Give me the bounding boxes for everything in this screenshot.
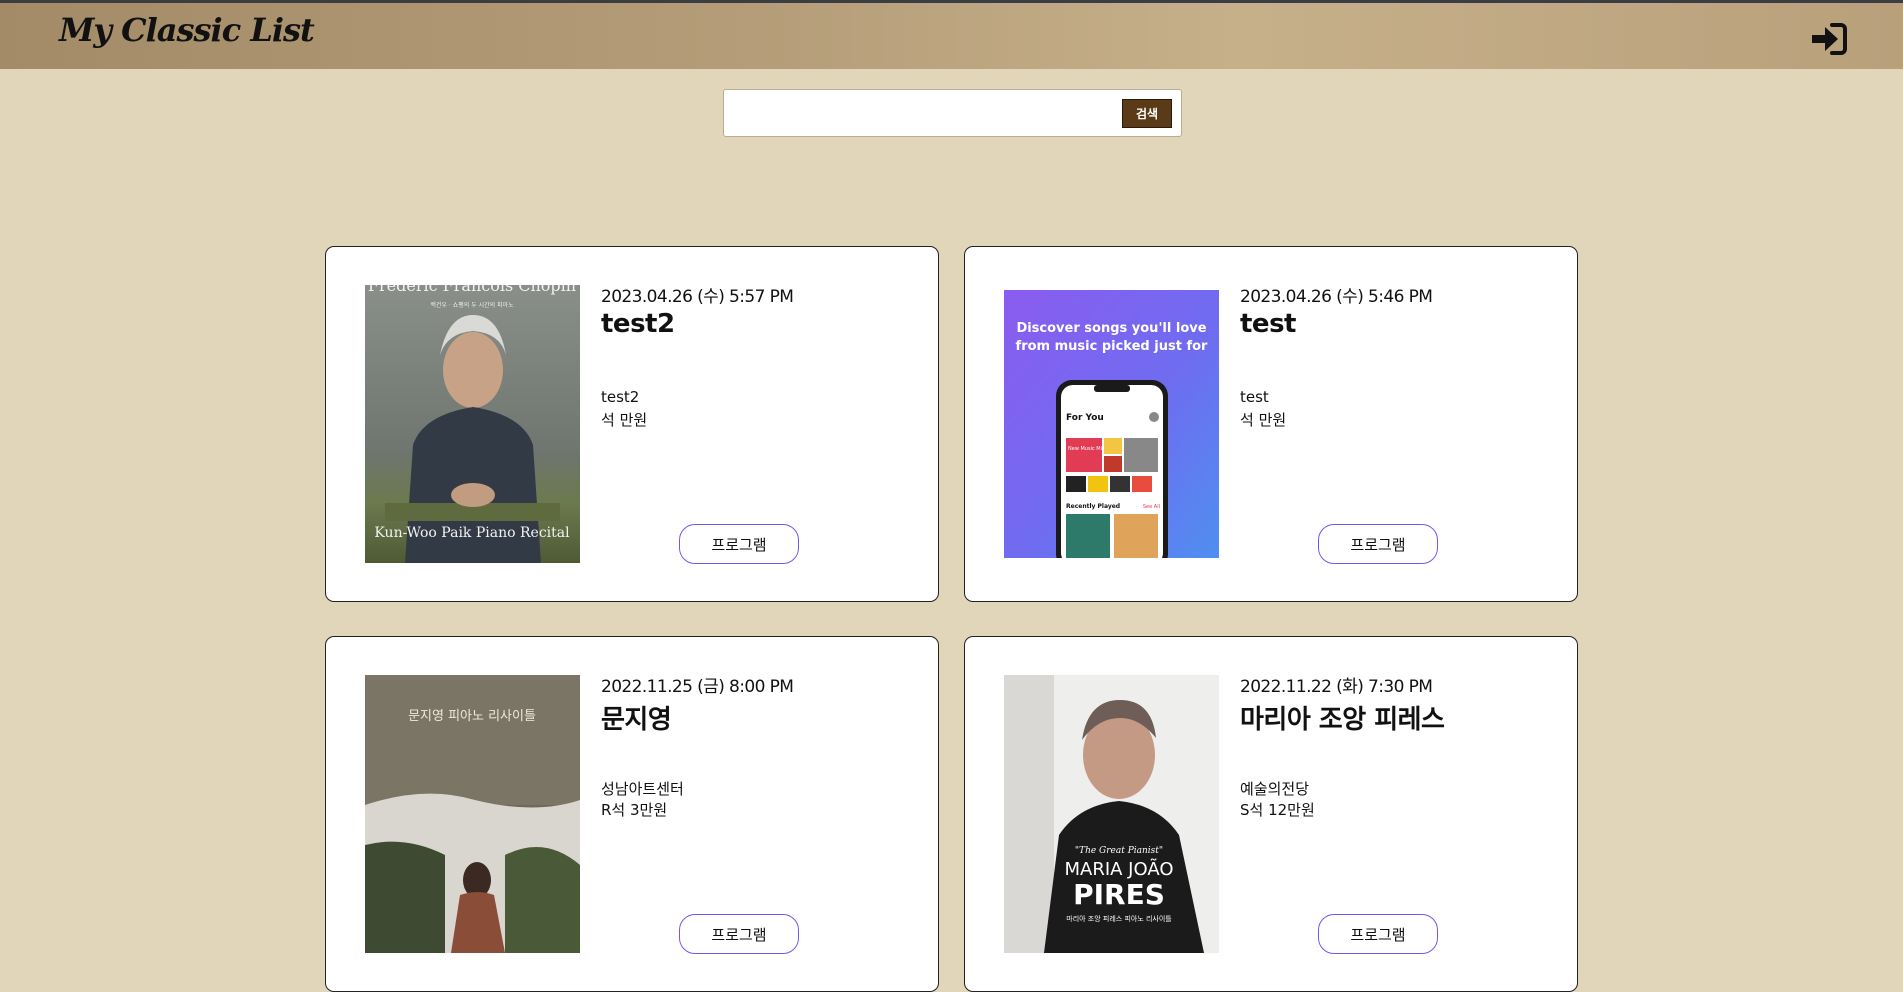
program-button[interactable]: 프로그램 [679, 524, 799, 564]
search-bar: 검색 [723, 89, 1182, 137]
program-button[interactable]: 프로그램 [1318, 914, 1438, 954]
program-button[interactable]: 프로그램 [1318, 524, 1438, 564]
concert-price: S석 12만원 [1240, 801, 1315, 819]
concert-poster-image[interactable]: "The Great Pianist" MARIA JOÃO PIRES 마리아… [1004, 675, 1219, 953]
poster-bottom-text: Kun-Woo Paik Piano Recital [374, 525, 570, 541]
site-header: My Classic List [0, 3, 1903, 69]
poster-top-text: Frederic Francois Chopin [368, 285, 576, 295]
poster-top-text: 문지영 피아노 리사이틀 [408, 709, 536, 724]
concert-poster-image[interactable]: Frederic Francois Chopin 백건우 · 쇼팽의 두 시간의… [365, 285, 580, 563]
search-button[interactable]: 검색 [1122, 99, 1172, 128]
concert-card: Frederic Francois Chopin 백건우 · 쇼팽의 두 시간의… [325, 246, 939, 602]
poster-section-label: Recently Played [1066, 503, 1120, 510]
poster-sub-text: 백건우 · 쇼팽의 두 시간의 피아노 [430, 301, 514, 309]
poster-headline: Discover songs you'll love from music pi… [1015, 321, 1208, 360]
poster-see-all: See All [1143, 504, 1160, 510]
search-input[interactable] [732, 98, 1116, 130]
concert-venue: 예술의전당 [1240, 780, 1310, 798]
poster-tile-label: New Music Mix [1068, 446, 1105, 452]
concert-poster-image[interactable]: 문지영 피아노 리사이틀 [365, 675, 580, 953]
site-logo[interactable]: My Classic List [59, 11, 315, 49]
concert-title: 문지영 [601, 705, 672, 735]
program-button[interactable]: 프로그램 [679, 914, 799, 954]
poster-screen-title: For You [1066, 413, 1104, 423]
concert-price: R석 3만원 [601, 801, 668, 819]
concert-card: Discover songs you'll love from music pi… [964, 246, 1578, 602]
concert-poster-image[interactable]: Discover songs you'll love from music pi… [1004, 290, 1219, 558]
concert-title: test [1240, 309, 1296, 339]
concert-venue: test2 [601, 388, 640, 406]
concert-date: 2023.04.26 (수) 5:57 PM [601, 287, 794, 307]
sign-in-icon[interactable] [1810, 21, 1848, 57]
concert-price: 석 만원 [1240, 411, 1287, 429]
concert-date: 2023.04.26 (수) 5:46 PM [1240, 287, 1433, 307]
poster-tagline: "The Great Pianist" [1075, 846, 1163, 856]
poster-name-line1: MARIA JOÃO [1064, 858, 1173, 880]
concert-venue: test [1240, 388, 1269, 406]
concert-date: 2022.11.22 (화) 7:30 PM [1240, 677, 1433, 697]
concert-price: 석 만원 [601, 411, 648, 429]
concert-venue: 성남아트센터 [601, 780, 684, 798]
concert-date: 2022.11.25 (금) 8:00 PM [601, 677, 794, 697]
concert-card: 문지영 피아노 리사이틀 2022.11.25 (금) 8:00 PM 문지영 … [325, 636, 939, 992]
concert-title: test2 [601, 309, 675, 339]
concert-title: 마리아 조앙 피레스 [1240, 705, 1445, 735]
concert-card: "The Great Pianist" MARIA JOÃO PIRES 마리아… [964, 636, 1578, 992]
poster-name-line2: PIRES [1073, 878, 1165, 911]
poster-sub-text: 마리아 조앙 피레스 피아노 리사이틀 [1066, 914, 1172, 923]
